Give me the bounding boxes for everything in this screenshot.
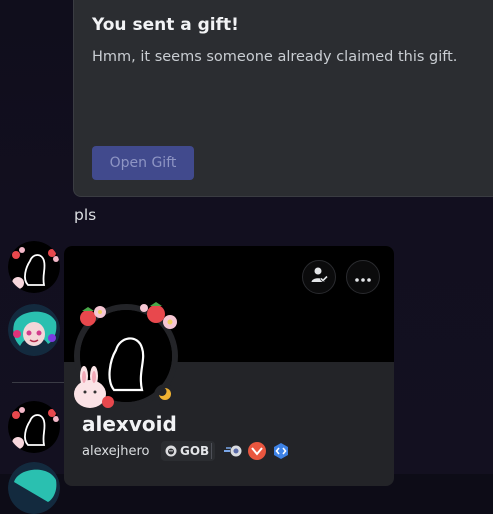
developer-badge[interactable]	[272, 442, 290, 460]
username: alexejhero	[82, 444, 150, 459]
avatar-image	[8, 462, 60, 514]
avatar-image	[8, 241, 60, 293]
guild-tag-icon	[165, 442, 177, 461]
profile-card: alexvoid alexejhero GOB	[64, 246, 394, 486]
message-divider	[12, 382, 64, 383]
more-options-button[interactable]	[346, 260, 380, 294]
display-name: alexvoid	[82, 412, 177, 436]
guild-tag[interactable]: GOB	[161, 441, 216, 461]
status-indicator	[154, 384, 176, 406]
friend-action-button[interactable]	[302, 260, 336, 294]
gift-message: Hmm, it seems someone already claimed th…	[92, 49, 458, 65]
profile-avatar[interactable]	[74, 302, 178, 408]
user-avatar[interactable]	[8, 304, 60, 356]
gift-title: You sent a gift!	[92, 15, 239, 35]
user-avatar[interactable]	[8, 401, 60, 453]
boost-badge[interactable]	[248, 442, 266, 460]
message-text: pls	[74, 206, 97, 224]
gift-embed: You sent a gift! Hmm, it seems someone a…	[73, 0, 493, 197]
nitro-orb-badge[interactable]	[222, 442, 244, 460]
avatar-image	[8, 401, 60, 453]
avatar-image	[8, 304, 60, 356]
person-check-icon	[310, 266, 329, 288]
open-gift-button[interactable]: Open Gift	[92, 146, 194, 180]
guild-tag-label: GOB	[180, 444, 210, 458]
idle-moon-icon	[157, 386, 172, 405]
badge-separator	[211, 443, 212, 459]
user-avatar[interactable]	[8, 241, 60, 293]
more-dots-icon	[354, 268, 372, 287]
user-avatar[interactable]	[8, 462, 60, 514]
